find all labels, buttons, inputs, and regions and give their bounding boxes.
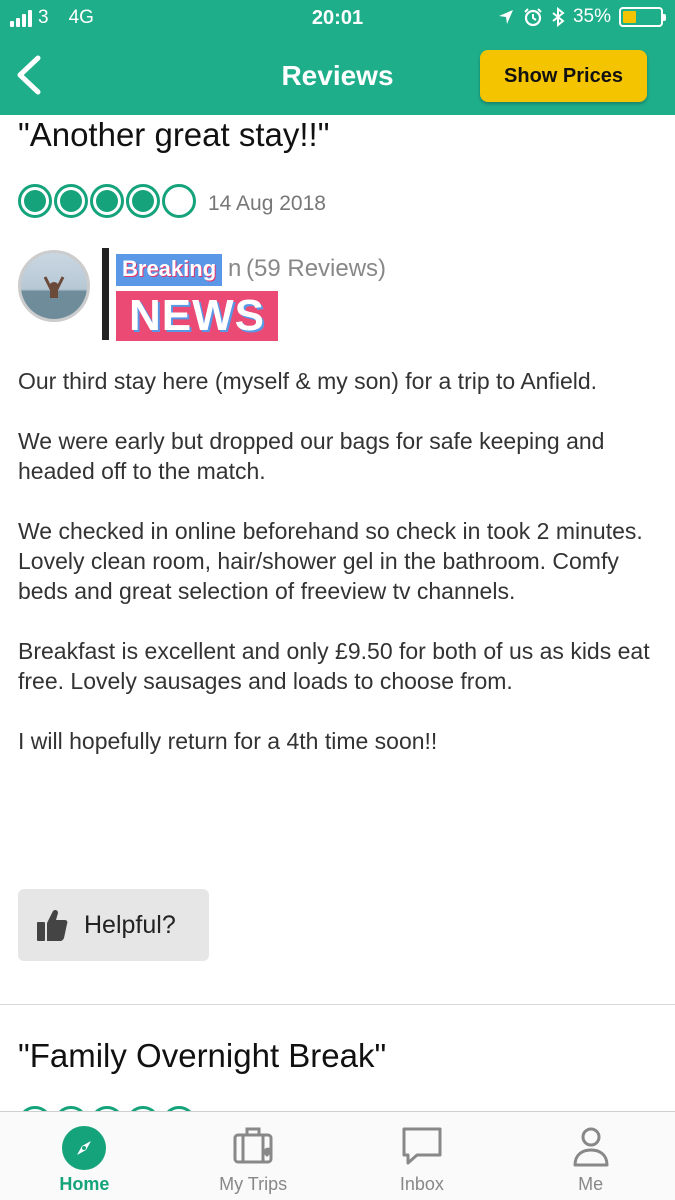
tab-inbox[interactable]: Inbox xyxy=(338,1112,507,1200)
review-paragraph: We checked in online beforehand so check… xyxy=(18,518,643,604)
status-bar: 3 4G 20:01 35% xyxy=(0,0,675,38)
overlay-bar xyxy=(102,248,109,340)
review-paragraph: Our third stay here (myself & my son) fo… xyxy=(18,368,598,394)
review-title: "Another great stay!!" xyxy=(18,116,330,153)
battery-percent: 35% xyxy=(572,6,611,27)
helpful-button[interactable]: Helpful? xyxy=(18,889,209,961)
rating-bubble-empty xyxy=(162,184,196,218)
tab-label: Me xyxy=(578,1174,604,1194)
alarm-icon xyxy=(524,8,542,27)
review-paragraph: Breakfast is excellent and only £9.50 fo… xyxy=(18,638,650,694)
compass-icon xyxy=(62,1126,107,1170)
reviewer-name[interactable]: n xyxy=(228,255,241,283)
review-date: 14 Aug 2018 xyxy=(208,192,326,215)
location-icon xyxy=(498,10,513,24)
tab-bar: Home My Trips Inbox Me xyxy=(0,1111,675,1200)
rating-bubble-filled xyxy=(18,184,52,218)
breaking-label: Breaking xyxy=(116,254,223,286)
review-paragraph: I will hopefully return for a 4th time s… xyxy=(18,728,438,754)
thumbs-up-icon xyxy=(37,909,68,941)
battery-icon xyxy=(619,7,666,27)
app-header: 3 4G 20:01 35% Reviews Show Prices xyxy=(0,0,675,115)
rating-bubbles xyxy=(18,184,196,218)
person-icon xyxy=(573,1127,609,1167)
tab-me[interactable]: Me xyxy=(506,1112,675,1200)
tab-my-trips[interactable]: My Trips xyxy=(169,1112,338,1200)
tab-label: My Trips xyxy=(219,1174,288,1194)
status-right: 35% xyxy=(497,6,666,28)
next-review-title: "Family Overnight Break" xyxy=(18,1037,387,1074)
bluetooth-icon xyxy=(552,7,565,27)
battery-fill xyxy=(623,11,636,23)
news-label: NEWS xyxy=(116,291,278,341)
show-prices-button[interactable]: Show Prices xyxy=(480,50,647,102)
avatar[interactable] xyxy=(18,250,90,322)
divider xyxy=(0,1004,675,1005)
tab-label: Inbox xyxy=(399,1174,444,1194)
chat-icon xyxy=(402,1127,442,1165)
avatar-photo-icon xyxy=(21,276,87,319)
tab-home[interactable]: Home xyxy=(0,1112,169,1200)
rating-bubble-filled xyxy=(54,184,88,218)
suitcase-icon xyxy=(233,1127,273,1164)
rating-bubble-filled xyxy=(90,184,124,218)
helpful-label: Helpful? xyxy=(84,910,176,939)
tab-label: Home xyxy=(59,1174,110,1194)
review-body: Our third stay here (myself & my son) fo… xyxy=(18,366,658,786)
reviews-count: (59 Reviews) xyxy=(246,255,387,282)
review-paragraph: We were early but dropped our bags for s… xyxy=(18,428,605,484)
rating-bubble-filled xyxy=(126,184,160,218)
